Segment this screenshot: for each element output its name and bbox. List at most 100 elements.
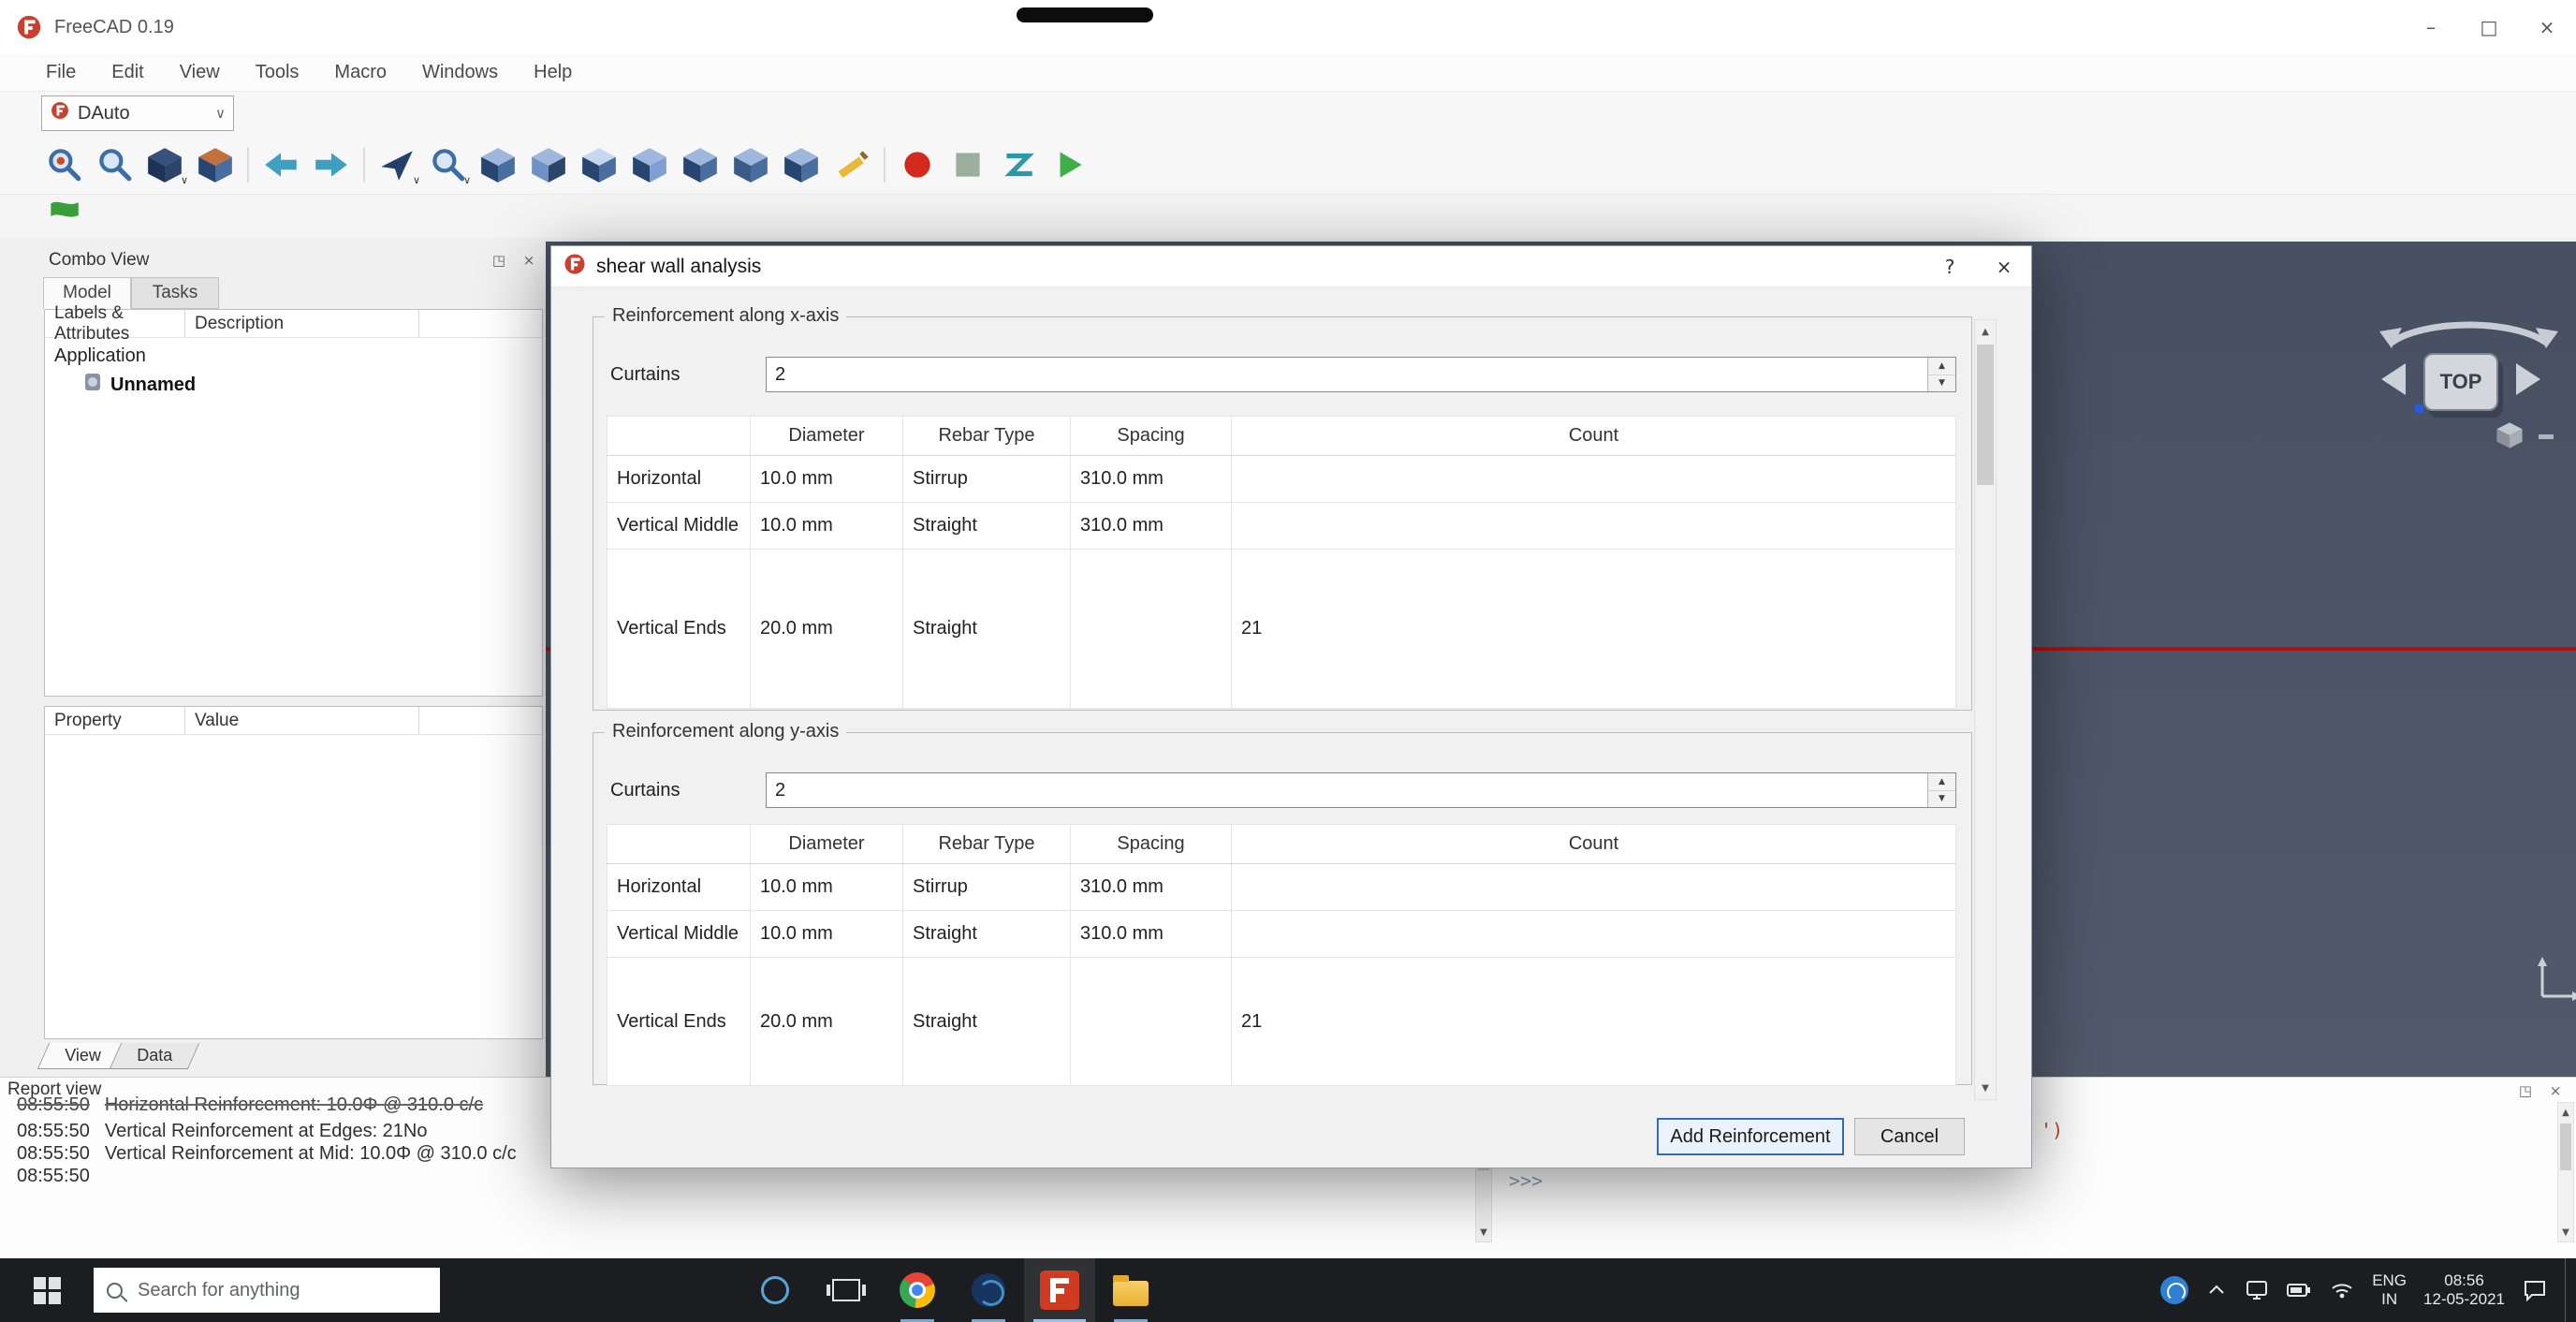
maximize-button[interactable]: □ (2460, 0, 2518, 54)
dialog-help-button[interactable]: ? (1923, 246, 1977, 287)
table-cell[interactable]: Straight (903, 958, 1071, 1086)
dialog-titlebar[interactable]: shear wall analysis ? × (551, 246, 2031, 287)
spin-up-button[interactable]: ▲ (1928, 773, 1955, 790)
macro-record-icon[interactable] (895, 142, 940, 187)
battery-icon[interactable] (2286, 1278, 2312, 1302)
navcube-top-face[interactable]: TOP (2423, 353, 2498, 411)
mini-cube-icon[interactable] (2494, 419, 2525, 457)
view-rear-icon[interactable] (678, 142, 723, 187)
table-cell[interactable]: 21 (1232, 958, 1956, 1086)
zoom-tools-icon[interactable]: ∨ (425, 142, 470, 187)
nav-back-icon[interactable] (258, 142, 303, 187)
wifi-icon[interactable] (2329, 1278, 2355, 1302)
table-cell[interactable]: 10.0 mm (751, 456, 903, 503)
macro-play-icon[interactable] (1046, 142, 1091, 187)
macro-edit-icon[interactable] (996, 142, 1041, 187)
cortana-button[interactable] (739, 1258, 811, 1322)
console-scrollbar[interactable]: ▲ ▼ (2557, 1102, 2574, 1242)
workbench-selector[interactable]: DAuto ∨ (41, 95, 234, 131)
scroll-up-icon[interactable]: ▲ (2558, 1103, 2573, 1122)
menu-edit[interactable]: Edit (94, 62, 161, 83)
scroll-up-icon[interactable]: ▲ (1975, 320, 1996, 343)
table-cell[interactable] (1232, 864, 1956, 911)
tree-root-application[interactable]: Application (54, 345, 146, 367)
table-cell[interactable] (1232, 503, 1956, 550)
table-cell[interactable]: 310.0 mm (1071, 456, 1232, 503)
table-cell[interactable]: 10.0 mm (751, 864, 903, 911)
scroll-down-icon[interactable]: ▼ (1975, 1077, 1996, 1099)
view-left-icon[interactable] (779, 142, 824, 187)
tree-item-unnamed[interactable]: Unnamed (82, 372, 196, 398)
menu-windows[interactable]: Windows (404, 62, 516, 83)
table-cell[interactable]: 310.0 mm (1071, 503, 1232, 550)
table-cell[interactable]: 10.0 mm (751, 503, 903, 550)
table-cell[interactable]: Stirrup (903, 864, 1071, 911)
curtains-spinbox[interactable]: 2 ▲ ▼ (766, 772, 1956, 808)
freecad-taskbar-button[interactable] (1024, 1258, 1095, 1322)
dauto-tool-icon[interactable] (41, 194, 86, 239)
view-isometric-icon[interactable]: ∨ (142, 142, 187, 187)
dialog-close-button[interactable]: × (1977, 246, 2031, 287)
menu-view[interactable]: View (162, 62, 238, 83)
view-fit-icon[interactable] (193, 142, 238, 187)
scrollbar-thumb[interactable] (2560, 1124, 2571, 1170)
table-cell[interactable]: Straight (903, 911, 1071, 958)
float-panel-icon[interactable]: ◳ (488, 249, 510, 272)
add-reinforcement-button[interactable]: Add Reinforcement (1657, 1118, 1844, 1155)
dialog-scrollbar[interactable]: ▲ ▼ (1974, 319, 1997, 1100)
menu-tools[interactable]: Tools (238, 62, 317, 83)
table-cell[interactable]: 310.0 mm (1071, 864, 1232, 911)
rotate-left-arrow-icon[interactable] (2381, 363, 2406, 395)
view-right-icon[interactable] (627, 142, 672, 187)
table-cell[interactable]: Straight (903, 503, 1071, 550)
table-cell[interactable]: 10.0 mm (751, 911, 903, 958)
action-center-icon[interactable] (2522, 1277, 2548, 1303)
scroll-down-icon[interactable]: ▼ (2558, 1223, 2573, 1241)
link-view-icon[interactable]: ∨ (374, 142, 419, 187)
start-button[interactable] (0, 1258, 94, 1322)
spin-down-button[interactable]: ▼ (1928, 375, 1955, 392)
table-cell[interactable]: Straight (903, 550, 1071, 709)
rotate-arrows-icon[interactable] (2368, 298, 2569, 350)
zoom-all-icon[interactable] (41, 142, 86, 187)
curtains-spinbox[interactable]: 2 ▲ ▼ (766, 357, 1956, 392)
navcube-menu-icon[interactable] (2539, 434, 2554, 439)
float-panel-icon[interactable]: ◳ (2514, 1080, 2537, 1102)
view-top-icon[interactable] (577, 142, 622, 187)
table-cell[interactable] (1232, 456, 1956, 503)
minimize-button[interactable]: – (2402, 0, 2460, 54)
macro-stop-icon[interactable] (945, 142, 990, 187)
taskbar-search[interactable] (94, 1268, 440, 1313)
table-cell[interactable]: Stirrup (903, 456, 1071, 503)
nav-forward-icon[interactable] (309, 142, 354, 187)
table-cell[interactable]: 20.0 mm (751, 550, 903, 709)
monitor-icon[interactable] (2245, 1278, 2269, 1302)
view-bottom-icon[interactable] (728, 142, 773, 187)
table-cell[interactable]: 310.0 mm (1071, 911, 1232, 958)
language-indicator[interactable]: ENGIN (2372, 1271, 2407, 1309)
scrollbar-thumb[interactable] (1977, 345, 1994, 485)
clock[interactable]: 08:5612-05-2021 (2423, 1271, 2505, 1309)
chrome-button[interactable] (882, 1258, 953, 1322)
show-desktop-button[interactable] (2565, 1258, 2572, 1322)
cancel-button[interactable]: Cancel (1854, 1118, 1965, 1155)
table-cell[interactable] (1071, 550, 1232, 709)
console-prompt-line[interactable]: >>> (1509, 1169, 1543, 1192)
menu-file[interactable]: File (28, 62, 94, 83)
search-input[interactable] (138, 1280, 427, 1301)
menu-macro[interactable]: Macro (316, 62, 404, 83)
view-axonometric-icon[interactable] (476, 142, 520, 187)
menu-help[interactable]: Help (516, 62, 590, 83)
table-cell[interactable] (1232, 911, 1956, 958)
file-explorer-button[interactable] (1095, 1258, 1166, 1322)
spin-down-button[interactable]: ▼ (1928, 790, 1955, 808)
zoom-selection-icon[interactable] (92, 142, 137, 187)
close-panel-icon[interactable]: × (518, 249, 540, 272)
close-panel-icon[interactable]: × (2544, 1080, 2567, 1102)
spin-up-button[interactable]: ▲ (1928, 358, 1955, 375)
table-cell[interactable]: 20.0 mm (751, 958, 903, 1086)
task-view-button[interactable] (811, 1258, 882, 1322)
hidden-icons-chevron[interactable] (2205, 1279, 2228, 1301)
rotate-right-arrow-icon[interactable] (2516, 363, 2540, 395)
view-front-icon[interactable] (526, 142, 571, 187)
